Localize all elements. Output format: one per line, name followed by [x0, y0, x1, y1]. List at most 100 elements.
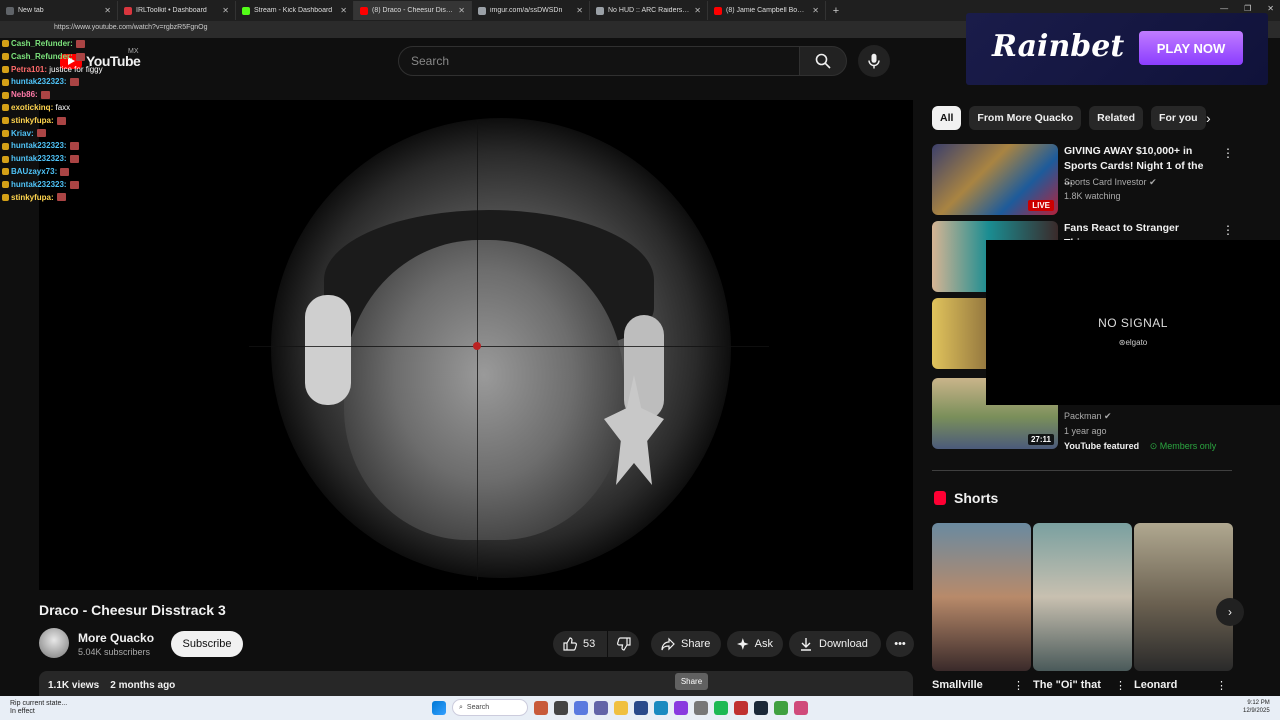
- browser-tab[interactable]: imgur.com/a/ssDWSDn ✕: [472, 1, 590, 20]
- dislike-button[interactable]: [608, 631, 639, 657]
- filter-chip[interactable]: Related: [1089, 106, 1144, 130]
- more-vertical-icon[interactable]: ⋮: [1013, 679, 1024, 692]
- short-thumbnail[interactable]: [1033, 523, 1132, 671]
- copilot-icon[interactable]: [574, 700, 588, 715]
- rainbet-ad-banner[interactable]: Rainbet PLAY NOW: [966, 13, 1268, 85]
- search-placeholder: Search: [411, 54, 450, 68]
- app-icon[interactable]: [674, 700, 688, 715]
- file-explorer-icon[interactable]: [614, 700, 628, 715]
- search-input[interactable]: Search: [398, 46, 800, 76]
- chat-emote-icon: [60, 167, 70, 176]
- voice-search-button[interactable]: [858, 45, 890, 77]
- browser-tab[interactable]: IRLToolkit • Dashboard ✕: [118, 1, 236, 20]
- tab-label: No HUD :: ARC Raiders General Di...: [608, 7, 690, 14]
- short-title[interactable]: Smallville: [932, 679, 983, 691]
- filter-chip[interactable]: All: [932, 106, 962, 130]
- more-actions-button[interactable]: •••: [886, 631, 914, 657]
- chat-message: Cash_Refunder:: [2, 51, 103, 64]
- teams-icon[interactable]: [594, 700, 608, 715]
- browser-tab[interactable]: New tab ✕: [0, 1, 118, 20]
- live-badge: LIVE: [1028, 200, 1054, 211]
- steam-icon[interactable]: [754, 700, 768, 715]
- recommendation-channel[interactable]: Packman ✔: [1064, 411, 1112, 422]
- browser-tab[interactable]: Stream - Kick Dashboard ✕: [236, 1, 354, 20]
- more-vertical-icon[interactable]: ⋮: [1216, 679, 1227, 692]
- channel-avatar[interactable]: [39, 628, 69, 658]
- chat-emote-icon: [40, 91, 50, 100]
- chat-message: huntak232323:: [2, 153, 103, 166]
- tab-close-icon[interactable]: ✕: [340, 6, 347, 15]
- store-icon[interactable]: [634, 700, 648, 715]
- sparkle-icon: [737, 638, 749, 650]
- chat-badge-icon: [2, 78, 9, 86]
- short-title[interactable]: Leonard: [1134, 679, 1177, 691]
- more-vertical-icon[interactable]: ⋮: [1222, 146, 1234, 160]
- url-text[interactable]: https://www.youtube.com/watch?v=rgbzR5Fg…: [54, 24, 208, 31]
- short-title[interactable]: The "Oi" that: [1033, 679, 1101, 691]
- close-icon[interactable]: ✕: [1267, 4, 1274, 13]
- app-icon[interactable]: [794, 700, 808, 715]
- recommendation-channel[interactable]: Sports Card Investor ✔: [1064, 177, 1157, 188]
- like-count: 53: [583, 638, 596, 650]
- minimize-icon[interactable]: —: [1220, 4, 1228, 13]
- like-button[interactable]: 53: [553, 631, 607, 657]
- weather-notification[interactable]: Rip current state... In effect: [10, 700, 67, 716]
- task-view-icon[interactable]: [554, 700, 568, 715]
- chevron-right-icon[interactable]: ›: [1206, 110, 1211, 126]
- restore-icon[interactable]: ❐: [1244, 4, 1251, 13]
- spotify-icon[interactable]: [714, 700, 728, 715]
- chat-emote-icon: [69, 78, 79, 87]
- widgets-icon[interactable]: [534, 700, 548, 715]
- more-vertical-icon[interactable]: ⋮: [1115, 679, 1126, 692]
- app-icon[interactable]: [774, 700, 788, 715]
- tab-close-icon[interactable]: ✕: [694, 6, 701, 15]
- settings-icon[interactable]: [694, 700, 708, 715]
- video-thumbnail[interactable]: LIVE: [932, 144, 1058, 215]
- short-thumbnail[interactable]: [932, 523, 1031, 671]
- subscribe-button[interactable]: Subscribe: [171, 631, 243, 657]
- tab-close-icon[interactable]: ✕: [458, 6, 465, 15]
- chat-username: exotickinq:: [11, 102, 54, 112]
- search-button[interactable]: [799, 46, 847, 76]
- start-icon[interactable]: [432, 700, 446, 715]
- tab-favicon-icon: [596, 6, 604, 15]
- video-title: Draco - Cheesur Disstrack 3: [39, 602, 226, 618]
- browser-tab[interactable]: No HUD :: ARC Raiders General Di... ✕: [590, 1, 708, 20]
- chat-emote-icon: [69, 180, 79, 189]
- share-label: Share: [681, 638, 711, 650]
- verified-icon: ✔: [1104, 411, 1112, 421]
- browser-tab[interactable]: (8) Jamie Campbell Bower do the...✕: [708, 1, 826, 20]
- more-vertical-icon[interactable]: ⋮: [1222, 223, 1234, 237]
- download-label: Download: [819, 638, 868, 650]
- tab-label: imgur.com/a/ssDWSDn: [490, 7, 563, 14]
- share-tooltip: Share: [675, 673, 708, 690]
- filter-chip[interactable]: From More Quacko: [969, 106, 1082, 130]
- edge-icon[interactable]: [654, 700, 668, 715]
- tab-close-icon[interactable]: ✕: [104, 6, 111, 15]
- new-tab-icon[interactable]: +: [826, 5, 846, 17]
- ask-button[interactable]: Ask: [727, 631, 783, 657]
- search-icon: ⌕: [459, 703, 463, 711]
- filter-chip[interactable]: For you: [1151, 106, 1206, 130]
- more-horizontal-icon: •••: [894, 638, 906, 650]
- download-button[interactable]: Download: [789, 631, 881, 657]
- tab-close-icon[interactable]: ✕: [222, 6, 229, 15]
- video-player[interactable]: [39, 100, 913, 590]
- channel-name[interactable]: More Quacko: [78, 631, 154, 645]
- clock[interactable]: 9:12 PM 12/9/2025: [1243, 699, 1270, 715]
- recommendation-item[interactable]: LIVE GIVING AWAY $10,000+ in Sports Card…: [932, 144, 1234, 216]
- tab-close-icon[interactable]: ✕: [576, 6, 583, 15]
- share-button[interactable]: Share: [651, 631, 721, 657]
- tab-label: (8) Jamie Campbell Bower do the...: [726, 7, 809, 14]
- tab-close-icon[interactable]: ✕: [812, 6, 819, 15]
- app-icon[interactable]: [734, 700, 748, 715]
- ad-play-now-button[interactable]: PLAY NOW: [1139, 31, 1243, 65]
- short-thumbnail[interactable]: [1134, 523, 1233, 671]
- search-icon: [815, 53, 831, 69]
- shorts-next-button[interactable]: ›: [1216, 598, 1244, 626]
- share-icon: [661, 637, 675, 651]
- chat-message: Petra101: justice for figgy: [2, 64, 103, 77]
- taskbar-search[interactable]: ⌕ Search: [452, 699, 528, 716]
- browser-tab[interactable]: (8) Draco - Cheesur Disstrack ✕: [354, 1, 472, 20]
- shorts-heading: Shorts: [934, 490, 998, 506]
